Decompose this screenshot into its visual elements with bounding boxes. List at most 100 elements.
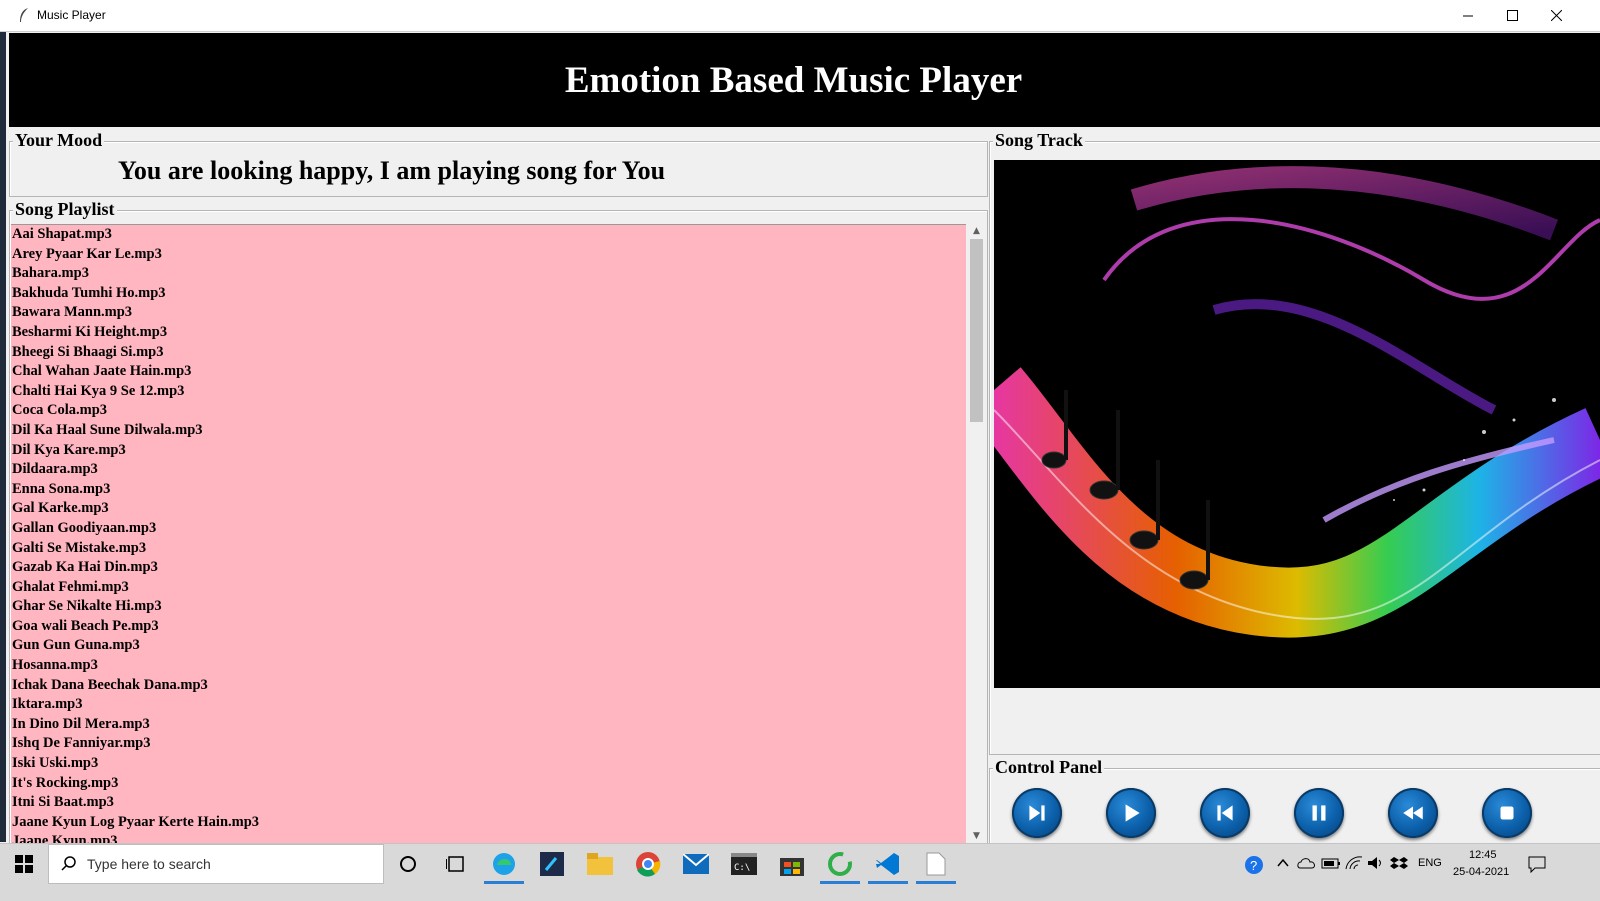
mood-message: You are looking happy, I am playing song… bbox=[118, 156, 666, 185]
vscode-icon[interactable] bbox=[874, 850, 902, 878]
rewind-icon bbox=[1403, 806, 1423, 820]
play-icon bbox=[1125, 804, 1140, 822]
file-explorer-icon[interactable] bbox=[586, 850, 614, 878]
battery-icon[interactable] bbox=[1321, 856, 1341, 873]
maximize-icon bbox=[1507, 10, 1518, 21]
rewind-button[interactable] bbox=[1388, 788, 1438, 838]
next-icon bbox=[1029, 805, 1045, 821]
song-list-item[interactable]: Ishq De Fanniyar.mp3 bbox=[11, 734, 966, 754]
song-list-item[interactable]: Chal Wahan Jaate Hain.mp3 bbox=[11, 362, 966, 382]
song-list-item[interactable]: Bahara.mp3 bbox=[11, 264, 966, 284]
store-icon[interactable] bbox=[778, 850, 806, 878]
clock-time[interactable]: 12:45 bbox=[1469, 849, 1497, 861]
song-listbox[interactable]: Aai Shapat.mp3 Arey Pyaar Kar Le.mp3 Bahar… bbox=[11, 224, 966, 844]
chrome-icon[interactable] bbox=[634, 850, 662, 878]
window-title-bar[interactable]: Music Player bbox=[0, 0, 1600, 32]
app-title: Emotion Based Music Player bbox=[564, 59, 1023, 101]
song-list-item[interactable]: Enna Sona.mp3 bbox=[11, 480, 966, 500]
song-list-item[interactable]: Gallan Goodiyaan.mp3 bbox=[11, 519, 966, 539]
cmd-icon[interactable]: C:\ bbox=[730, 850, 758, 878]
song-list-item[interactable]: Hosanna.mp3 bbox=[11, 656, 966, 676]
music-notes-artwork bbox=[994, 160, 1600, 688]
close-icon bbox=[1551, 10, 1562, 21]
song-list-item[interactable]: Iktara.mp3 bbox=[11, 695, 966, 715]
song-list-item[interactable]: Bheegi Si Bhaagi Si.mp3 bbox=[11, 343, 966, 363]
taskbar: Type here to search C:\ ? ENG 12:45 25-0… bbox=[0, 843, 1600, 901]
help-icon[interactable]: ? bbox=[1244, 855, 1264, 878]
stop-icon bbox=[1500, 806, 1514, 820]
mood-label: Your Mood bbox=[13, 130, 105, 151]
song-list-item[interactable]: Bawara Mann.mp3 bbox=[11, 303, 966, 323]
onedrive-icon[interactable] bbox=[1297, 856, 1317, 873]
blank-file-icon[interactable] bbox=[922, 850, 950, 878]
dropbox-icon[interactable] bbox=[1390, 856, 1408, 873]
song-list-item[interactable]: Dildaara.mp3 bbox=[11, 460, 966, 480]
pause-button[interactable] bbox=[1294, 788, 1344, 838]
song-list-item[interactable]: Iski Uski.mp3 bbox=[11, 754, 966, 774]
app-icon[interactable] bbox=[826, 850, 854, 878]
control-panel-label: Control Panel bbox=[993, 757, 1105, 778]
file-active-indicator bbox=[916, 881, 956, 884]
chevron-up-icon[interactable] bbox=[1276, 856, 1290, 873]
previous-icon bbox=[1217, 805, 1233, 821]
song-list-item[interactable]: Ichak Dana Beechak Dana.mp3 bbox=[11, 676, 966, 696]
minimize-icon bbox=[1463, 15, 1473, 17]
playlist-label: Song Playlist bbox=[13, 199, 117, 220]
song-list-item[interactable]: Itni Si Baat.mp3 bbox=[11, 793, 966, 813]
song-list-item[interactable]: It's Rocking.mp3 bbox=[11, 774, 966, 794]
maximize-button[interactable] bbox=[1490, 0, 1535, 31]
window-title: Music Player bbox=[37, 8, 106, 22]
scrollbar-thumb[interactable] bbox=[970, 239, 983, 422]
song-list-item[interactable]: Goa wali Beach Pe.mp3 bbox=[11, 617, 966, 637]
close-button[interactable] bbox=[1534, 0, 1579, 31]
taskbar-search-box[interactable]: Type here to search bbox=[48, 844, 384, 884]
song-list-item[interactable]: Jaane Kyun Log Pyaar Kerte Hain.mp3 bbox=[11, 813, 966, 833]
scroll-down-icon[interactable]: ▼ bbox=[968, 829, 985, 843]
song-list-item[interactable]: Besharmi Ki Height.mp3 bbox=[11, 323, 966, 343]
song-list-item[interactable]: Arey Pyaar Kar Le.mp3 bbox=[11, 245, 966, 265]
edge-active-indicator bbox=[484, 881, 524, 884]
song-list-item[interactable]: Ghar Se Nikalte Hi.mp3 bbox=[11, 597, 966, 617]
play-button[interactable] bbox=[1106, 788, 1156, 838]
song-list-item[interactable]: Gun Gun Guna.mp3 bbox=[11, 636, 966, 656]
wifi-icon[interactable] bbox=[1345, 856, 1363, 873]
app-header: Emotion Based Music Player bbox=[9, 33, 1600, 127]
pause-icon bbox=[1312, 805, 1326, 821]
song-list-item[interactable]: Dil Ka Haal Sune Dilwala.mp3 bbox=[11, 421, 966, 441]
svg-text:?: ? bbox=[1250, 858, 1257, 873]
song-list-item[interactable]: Bakhuda Tumhi Ho.mp3 bbox=[11, 284, 966, 304]
previous-button[interactable] bbox=[1200, 788, 1250, 838]
song-list-item[interactable]: Chalti Hai Kya 9 Se 12.mp3 bbox=[11, 382, 966, 402]
mail-icon[interactable] bbox=[682, 850, 710, 878]
next-button[interactable] bbox=[1012, 788, 1062, 838]
notification-icon[interactable] bbox=[1528, 855, 1546, 876]
scroll-up-icon[interactable]: ▲ bbox=[968, 224, 985, 238]
song-list-item[interactable]: Aai Shapat.mp3 bbox=[11, 225, 966, 245]
feather-icon bbox=[20, 8, 28, 22]
song-track-label: Song Track bbox=[993, 130, 1085, 151]
song-list-item[interactable]: Gazab Ka Hai Din.mp3 bbox=[11, 558, 966, 578]
language-indicator[interactable]: ENG bbox=[1418, 857, 1442, 869]
task-view-icon[interactable] bbox=[442, 850, 470, 878]
song-list-item[interactable]: Dil Kya Kare.mp3 bbox=[11, 441, 966, 461]
terminal-icon[interactable] bbox=[538, 850, 566, 878]
windows-start-icon[interactable] bbox=[10, 850, 38, 878]
song-list-item[interactable]: In Dino Dil Mera.mp3 bbox=[11, 715, 966, 735]
song-list-item[interactable]: Gal Karke.mp3 bbox=[11, 499, 966, 519]
left-window-edge bbox=[0, 32, 6, 842]
song-list-item[interactable]: Coca Cola.mp3 bbox=[11, 401, 966, 421]
playlist-scrollbar[interactable]: ▲ ▼ bbox=[968, 224, 985, 843]
song-list-item[interactable]: Ghalat Fehmi.mp3 bbox=[11, 578, 966, 598]
search-icon bbox=[61, 856, 76, 871]
minimize-button[interactable] bbox=[1446, 0, 1491, 31]
stop-button[interactable] bbox=[1482, 788, 1532, 838]
volume-icon[interactable] bbox=[1367, 856, 1385, 873]
song-list-item[interactable]: Galti Se Mistake.mp3 bbox=[11, 539, 966, 559]
cortana-icon[interactable] bbox=[394, 850, 422, 878]
search-placeholder: Type here to search bbox=[87, 856, 211, 872]
app-active-indicator bbox=[820, 881, 860, 884]
edge-icon[interactable] bbox=[490, 850, 518, 878]
vscode-active-indicator bbox=[868, 881, 908, 884]
svg-text:C:\: C:\ bbox=[734, 863, 750, 873]
clock-date[interactable]: 25-04-2021 bbox=[1453, 866, 1509, 878]
